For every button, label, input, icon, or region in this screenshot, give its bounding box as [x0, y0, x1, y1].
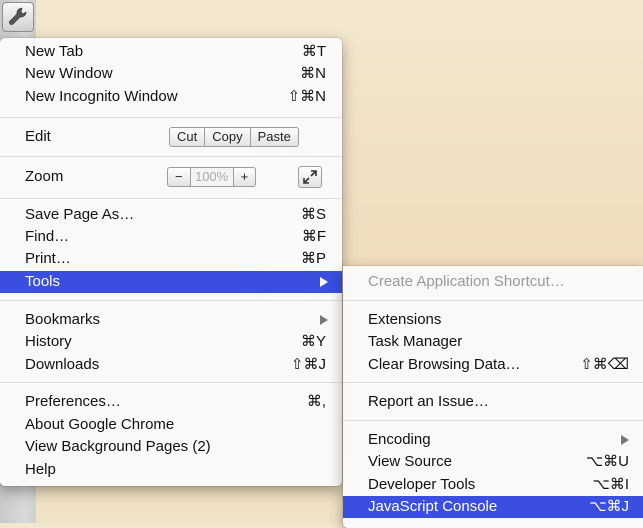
tools-submenu: Create Application Shortcut… Extensions … — [343, 266, 643, 528]
menu-item-label: Bookmarks — [25, 311, 101, 328]
menu-item-view-background-pages[interactable]: View Background Pages (2) — [0, 436, 342, 458]
menu-item-history[interactable]: History ⌘Y — [0, 331, 342, 353]
menu-item-javascript-console[interactable]: JavaScript Console ⌥⌘J — [343, 496, 643, 518]
menu-item-label: Clear Browsing Data… — [368, 356, 521, 373]
menu-item-preferences[interactable]: Preferences… ⌘, — [0, 391, 342, 413]
menu-item-extensions[interactable]: Extensions — [343, 309, 643, 331]
chrome-main-menu: New Tab ⌘T New Window ⌘N New Incognito W… — [0, 38, 342, 486]
menu-separator — [343, 420, 643, 421]
menu-item-about-google-chrome[interactable]: About Google Chrome — [0, 414, 342, 436]
fullscreen-icon — [303, 170, 317, 184]
submenu-arrow-icon — [320, 277, 328, 287]
menu-item-label: Print… — [25, 250, 71, 267]
menu-item-bookmarks[interactable]: Bookmarks — [0, 309, 342, 331]
menu-item-label: Task Manager — [368, 333, 463, 350]
menu-separator — [0, 198, 342, 199]
menu-item-label: Edit — [25, 128, 51, 145]
menu-item-label: Zoom — [25, 168, 64, 185]
zoom-out-button[interactable]: − — [167, 167, 191, 187]
shortcut-label: ⌥⌘U — [585, 453, 629, 470]
menu-item-label: Find… — [25, 228, 70, 245]
menu-item-label: New Window — [25, 65, 113, 82]
menu-item-label: Encoding — [368, 431, 431, 448]
shortcut-label: ⌘Y — [300, 333, 326, 350]
menu-item-find[interactable]: Find… ⌘F — [0, 226, 342, 248]
menu-item-label: History — [25, 333, 72, 350]
menu-item-label: Developer Tools — [368, 476, 476, 493]
menu-item-clear-browsing-data[interactable]: Clear Browsing Data… ⇧⌘⌫ — [343, 354, 643, 376]
menu-item-label: Extensions — [368, 311, 442, 328]
menu-item-label: View Source — [368, 453, 452, 470]
menu-item-save-page-as[interactable]: Save Page As… ⌘S — [0, 204, 342, 226]
shortcut-label: ⌥⌘I — [592, 476, 629, 493]
menu-item-edit: Edit Cut Copy Paste — [0, 126, 342, 148]
menu-item-label: JavaScript Console — [368, 498, 498, 515]
menu-item-print[interactable]: Print… ⌘P — [0, 248, 342, 270]
shortcut-label: ⌘F — [301, 228, 326, 245]
menu-separator — [343, 300, 643, 301]
menu-item-new-incognito-window[interactable]: New Incognito Window ⇧⌘N — [0, 86, 342, 108]
shortcut-label: ⇧⌘N — [287, 88, 326, 105]
menu-item-task-manager[interactable]: Task Manager — [343, 331, 643, 353]
menu-item-label: Preferences… — [25, 393, 121, 410]
zoom-controls: − 100% + — [167, 167, 257, 187]
submenu-arrow-icon — [320, 315, 328, 325]
menu-item-label: About Google Chrome — [25, 416, 175, 433]
menu-item-view-source[interactable]: View Source ⌥⌘U — [343, 451, 643, 473]
shortcut-label: ⌘T — [301, 43, 326, 60]
menu-item-tools[interactable]: Tools — [0, 271, 342, 293]
shortcut-label: ⇧⌘⌫ — [580, 356, 629, 373]
menu-separator — [0, 382, 342, 383]
menu-item-new-window[interactable]: New Window ⌘N — [0, 63, 342, 85]
zoom-in-button[interactable]: + — [232, 167, 257, 187]
menu-separator — [0, 117, 342, 118]
fullscreen-button[interactable] — [298, 166, 322, 188]
shortcut-label: ⌥⌘J — [589, 498, 629, 515]
zoom-level: 100% — [189, 167, 234, 187]
menu-item-help[interactable]: Help — [0, 459, 342, 481]
submenu-arrow-icon — [621, 435, 629, 445]
menu-item-encoding[interactable]: Encoding — [343, 429, 643, 451]
menu-item-create-application-shortcut[interactable]: Create Application Shortcut… — [343, 271, 643, 293]
wrench-icon — [9, 7, 27, 25]
shortcut-label: ⇧⌘J — [290, 356, 326, 373]
menu-item-new-tab[interactable]: New Tab ⌘T — [0, 41, 342, 63]
wrench-menu-button[interactable] — [2, 2, 34, 32]
edit-button-group: Cut Copy Paste — [169, 127, 299, 147]
menu-item-label: Help — [25, 461, 56, 478]
menu-item-label: Tools — [25, 273, 61, 290]
menu-item-report-an-issue[interactable]: Report an Issue… — [343, 391, 643, 413]
menu-separator — [0, 156, 342, 157]
menu-item-label: View Background Pages (2) — [25, 438, 211, 455]
shortcut-label: ⌘N — [300, 65, 326, 82]
menu-item-label: New Tab — [25, 43, 84, 60]
paste-button[interactable]: Paste — [249, 127, 299, 147]
menu-item-label: Report an Issue… — [368, 393, 489, 410]
shortcut-label: ⌘P — [300, 250, 326, 267]
copy-button[interactable]: Copy — [204, 127, 251, 147]
menu-separator — [343, 382, 643, 383]
menu-item-developer-tools[interactable]: Developer Tools ⌥⌘I — [343, 474, 643, 496]
menu-item-label: Create Application Shortcut… — [368, 273, 565, 290]
menu-item-label: New Incognito Window — [25, 88, 178, 105]
menu-item-zoom: Zoom − 100% + — [0, 166, 342, 188]
menu-item-downloads[interactable]: Downloads ⇧⌘J — [0, 354, 342, 376]
shortcut-label: ⌘S — [300, 206, 326, 223]
cut-button[interactable]: Cut — [169, 127, 206, 147]
menu-item-label: Save Page As… — [25, 206, 135, 223]
menu-separator — [0, 300, 342, 301]
shortcut-label: ⌘, — [306, 393, 326, 410]
menu-item-label: Downloads — [25, 356, 100, 373]
